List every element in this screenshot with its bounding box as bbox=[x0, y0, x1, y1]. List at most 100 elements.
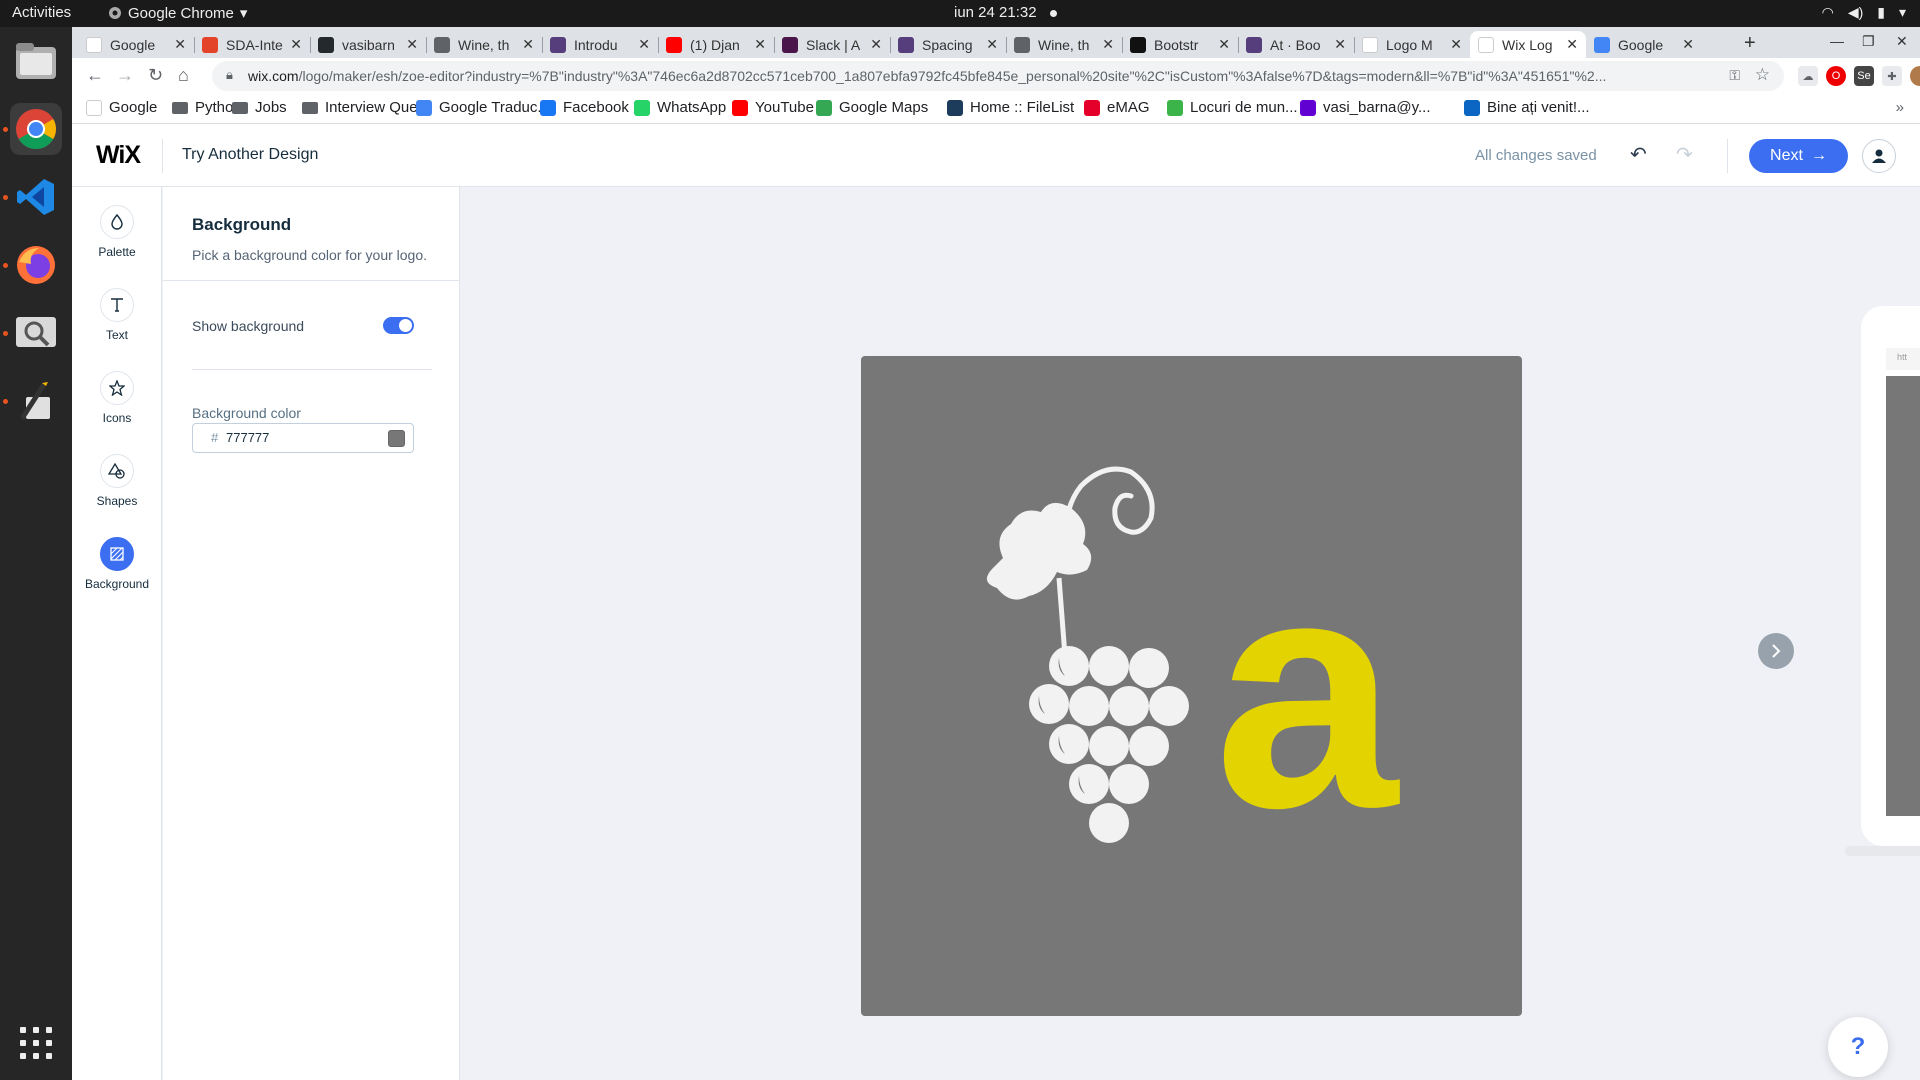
bookmark-item[interactable]: vasi_barna@y... bbox=[1300, 99, 1431, 116]
browser-tab[interactable]: Bootstr ✕ bbox=[1122, 31, 1238, 58]
back-icon[interactable]: ← bbox=[86, 65, 104, 86]
browser-tab[interactable]: Introdu ✕ bbox=[542, 31, 658, 58]
tab-label: Google bbox=[110, 36, 156, 53]
close-tab-icon[interactable]: ✕ bbox=[1450, 36, 1462, 53]
maximize-icon[interactable]: ❐ bbox=[1862, 33, 1875, 50]
system-tray[interactable]: ◠ ◀) ▮ ▾ bbox=[1822, 4, 1906, 21]
rail-item-background[interactable]: Background bbox=[72, 537, 162, 609]
help-button[interactable]: ? bbox=[1828, 1017, 1888, 1077]
bookmark-star-icon[interactable]: ☆ bbox=[1755, 65, 1770, 85]
activities-button[interactable]: Activities bbox=[12, 4, 71, 21]
try-another-design-link[interactable]: Try Another Design bbox=[182, 146, 318, 164]
running-indicator bbox=[3, 195, 8, 200]
close-tab-icon[interactable]: ✕ bbox=[1682, 36, 1694, 53]
app-menu[interactable]: Google Chrome ▾ bbox=[108, 4, 247, 22]
bookmark-item[interactable]: Google Traduc... bbox=[416, 99, 550, 116]
cloud-extension-icon[interactable]: ☁ bbox=[1798, 66, 1818, 86]
bookmark-item[interactable]: YouTube bbox=[732, 99, 814, 116]
browser-tab[interactable]: SDA-Inte ✕ bbox=[194, 31, 310, 58]
close-tab-icon[interactable]: ✕ bbox=[638, 36, 650, 53]
home-icon[interactable]: ⌂ bbox=[178, 65, 189, 86]
redo-icon[interactable]: ↷ bbox=[1676, 142, 1693, 167]
show-applications-icon[interactable] bbox=[20, 1027, 52, 1059]
rail-item-shapes[interactable]: Shapes bbox=[72, 454, 162, 526]
browser-tab[interactable]: Wine, th ✕ bbox=[426, 31, 542, 58]
close-window-icon[interactable]: ✕ bbox=[1896, 33, 1908, 50]
chrome-app-icon[interactable] bbox=[10, 103, 62, 155]
folder-icon bbox=[172, 101, 188, 114]
profile-avatar[interactable] bbox=[1910, 66, 1920, 86]
browser-tab[interactable]: Logo M ✕ bbox=[1354, 31, 1470, 58]
screenshot-app-icon[interactable] bbox=[10, 307, 62, 359]
logo-preview[interactable]: a bbox=[861, 356, 1522, 1016]
bookmark-item[interactable]: Home :: FileList bbox=[947, 99, 1074, 116]
url-text[interactable]: wix.com/logo/maker/esh/zoe-editor?indust… bbox=[248, 68, 1648, 84]
browser-tab[interactable]: (1) Djan ✕ bbox=[658, 31, 774, 58]
bookmark-item[interactable]: Facebook bbox=[540, 99, 629, 116]
close-tab-icon[interactable]: ✕ bbox=[754, 36, 766, 53]
password-key-icon[interactable]: ⚿ bbox=[1729, 67, 1740, 84]
bookmark-item[interactable]: Google Maps bbox=[816, 99, 928, 116]
vscode-app-icon[interactable] bbox=[10, 171, 62, 223]
reload-icon[interactable]: ↻ bbox=[148, 65, 163, 86]
next-button[interactable]: Next → bbox=[1749, 139, 1848, 173]
wix-logo[interactable]: WiX bbox=[96, 141, 141, 170]
browser-tab[interactable]: At · Boo ✕ bbox=[1238, 31, 1354, 58]
show-background-toggle[interactable] bbox=[383, 317, 414, 334]
se-extension-icon[interactable]: Se bbox=[1854, 66, 1874, 86]
close-tab-icon[interactable]: ✕ bbox=[406, 36, 418, 53]
files-app-icon[interactable] bbox=[10, 35, 62, 87]
rail-item-icons[interactable]: Icons bbox=[72, 371, 162, 443]
browser-tab[interactable]: Google ✕ bbox=[78, 31, 194, 58]
forward-icon[interactable]: → bbox=[116, 65, 134, 86]
color-swatch[interactable] bbox=[388, 430, 405, 447]
minimize-icon[interactable]: — bbox=[1830, 33, 1844, 49]
close-tab-icon[interactable]: ✕ bbox=[174, 36, 186, 53]
bookmark-item[interactable]: WhatsApp bbox=[634, 99, 726, 116]
bookmark-item[interactable]: Google bbox=[86, 99, 157, 116]
maps-favicon bbox=[816, 99, 832, 116]
tab-label: Google bbox=[1618, 36, 1664, 53]
google-translate-favicon bbox=[416, 99, 432, 116]
close-tab-icon[interactable]: ✕ bbox=[1218, 36, 1230, 53]
bookmark-item[interactable]: Interview Que... bbox=[302, 99, 430, 116]
close-tab-icon[interactable]: ✕ bbox=[1566, 36, 1578, 53]
opera-extension-icon[interactable]: O bbox=[1826, 66, 1846, 86]
extensions-puzzle-icon[interactable]: ✚ bbox=[1882, 66, 1902, 86]
close-tab-icon[interactable]: ✕ bbox=[1102, 36, 1114, 53]
close-tab-icon[interactable]: ✕ bbox=[986, 36, 998, 53]
close-tab-icon[interactable]: ✕ bbox=[290, 36, 302, 53]
background-color-input[interactable]: # 777777 bbox=[192, 423, 414, 453]
close-tab-icon[interactable]: ✕ bbox=[522, 36, 534, 53]
browser-tab[interactable]: Slack | A ✕ bbox=[774, 31, 890, 58]
bookmark-item[interactable]: Bine ați venit!... bbox=[1464, 99, 1590, 116]
browser-tab[interactable]: Spacing ✕ bbox=[890, 31, 1006, 58]
tab-label: At · Boo bbox=[1270, 36, 1321, 53]
browser-tab[interactable]: Wix Log ✕ bbox=[1470, 31, 1586, 58]
close-tab-icon[interactable]: ✕ bbox=[1334, 36, 1346, 53]
bookmarks-overflow[interactable]: » bbox=[1896, 99, 1904, 116]
bookmark-item[interactable]: eMAG bbox=[1084, 99, 1150, 116]
browser-tab[interactable]: vasibarn ✕ bbox=[310, 31, 426, 58]
rail-item-palette[interactable]: Palette bbox=[72, 205, 162, 277]
browser-tab[interactable]: Google ✕ bbox=[1586, 31, 1702, 58]
close-tab-icon[interactable]: ✕ bbox=[870, 36, 882, 53]
next-design-button[interactable] bbox=[1758, 633, 1794, 669]
undo-icon[interactable]: ↶ bbox=[1630, 142, 1647, 167]
editor-header: WiX Try Another Design All changes saved… bbox=[72, 125, 1920, 187]
bookmark-label: Locuri de mun... bbox=[1190, 99, 1298, 116]
clock[interactable]: iun 24 21:32 bbox=[954, 4, 1037, 21]
background-color-value[interactable]: 777777 bbox=[226, 430, 269, 445]
text-editor-app-icon[interactable] bbox=[10, 375, 62, 427]
firefox-app-icon[interactable] bbox=[10, 239, 62, 291]
bookmark-item[interactable]: Jobs bbox=[232, 99, 287, 116]
rail-item-text[interactable]: Text bbox=[72, 288, 162, 360]
bookmark-item[interactable]: Locuri de mun... bbox=[1167, 99, 1298, 116]
bookmark-label: YouTube bbox=[755, 99, 814, 116]
account-button[interactable] bbox=[1862, 139, 1896, 173]
new-tab-button[interactable]: + bbox=[1744, 32, 1756, 55]
volume-icon: ◀) bbox=[1847, 4, 1864, 20]
browser-tab[interactable]: Wine, th ✕ bbox=[1006, 31, 1122, 58]
lock-icon[interactable]: 🔒︎ bbox=[226, 67, 233, 83]
address-bar[interactable]: 🔒︎ wix.com/logo/maker/esh/zoe-editor?ind… bbox=[212, 61, 1784, 91]
